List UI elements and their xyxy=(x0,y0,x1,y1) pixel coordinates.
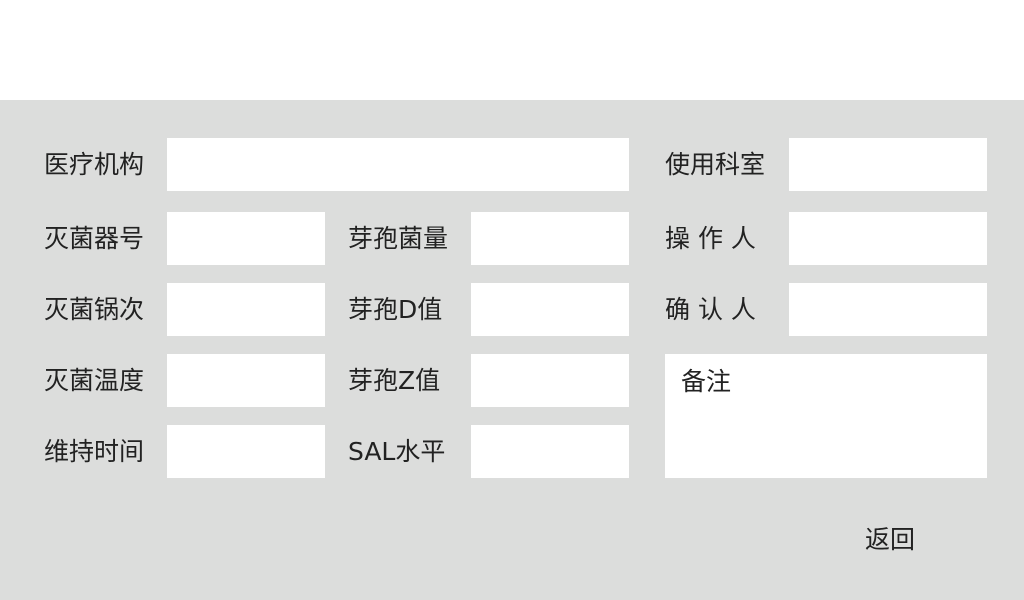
department-label: 使用科室 xyxy=(665,150,766,179)
sterilizer-no-label: 灭菌器号 xyxy=(44,224,145,253)
hold-time-input[interactable] xyxy=(167,425,325,478)
confirmer-label: 确 认 人 xyxy=(665,295,756,324)
sterilizer-batch-input[interactable] xyxy=(167,283,325,336)
sterilization-temp-label: 灭菌温度 xyxy=(44,366,145,395)
medical-institution-input[interactable] xyxy=(167,138,629,191)
sterilizer-no-input[interactable] xyxy=(167,212,325,265)
spore-d-value-input[interactable] xyxy=(471,283,629,336)
spore-count-label: 芽孢菌量 xyxy=(348,224,449,253)
notes-textarea[interactable] xyxy=(665,354,987,478)
sal-level-input[interactable] xyxy=(471,425,629,478)
spore-d-value-label: 芽孢D值 xyxy=(348,295,443,324)
sterilizer-batch-label: 灭菌锅次 xyxy=(44,295,145,324)
sterilization-temp-input[interactable] xyxy=(167,354,325,407)
medical-institution-label: 医疗机构 xyxy=(44,150,145,179)
department-input[interactable] xyxy=(789,138,987,191)
back-button[interactable]: 返回 xyxy=(850,516,930,560)
spore-count-input[interactable] xyxy=(471,212,629,265)
top-blank-area xyxy=(0,0,1024,100)
spore-z-value-input[interactable] xyxy=(471,354,629,407)
operator-input[interactable] xyxy=(789,212,987,265)
operator-label: 操 作 人 xyxy=(665,224,756,253)
confirmer-input[interactable] xyxy=(789,283,987,336)
hold-time-label: 维持时间 xyxy=(44,437,145,466)
sal-level-label: SAL水平 xyxy=(348,437,446,466)
spore-z-value-label: 芽孢Z值 xyxy=(348,366,441,395)
